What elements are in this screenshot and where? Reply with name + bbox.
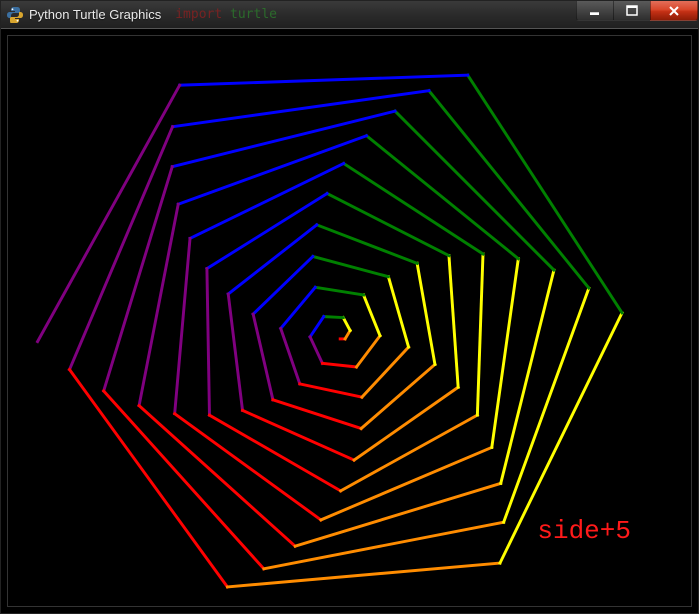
window-title: Python Turtle Graphics (29, 7, 161, 22)
turtle-canvas: side+5 (8, 36, 691, 606)
python-icon (7, 7, 23, 23)
app-window: Python Turtle Graphics import turtle (0, 0, 699, 614)
client-area: side+5 (7, 35, 692, 607)
close-button[interactable] (650, 1, 698, 21)
titlebar[interactable]: Python Turtle Graphics import turtle (1, 1, 698, 29)
minimize-icon (589, 5, 601, 17)
annotation-text: side+5 (537, 516, 631, 546)
maximize-icon (626, 5, 638, 17)
window-controls (577, 1, 698, 21)
maximize-button[interactable] (613, 1, 651, 21)
ghost-code: import turtle (175, 7, 277, 22)
minimize-button[interactable] (576, 1, 614, 21)
close-icon (668, 5, 680, 17)
